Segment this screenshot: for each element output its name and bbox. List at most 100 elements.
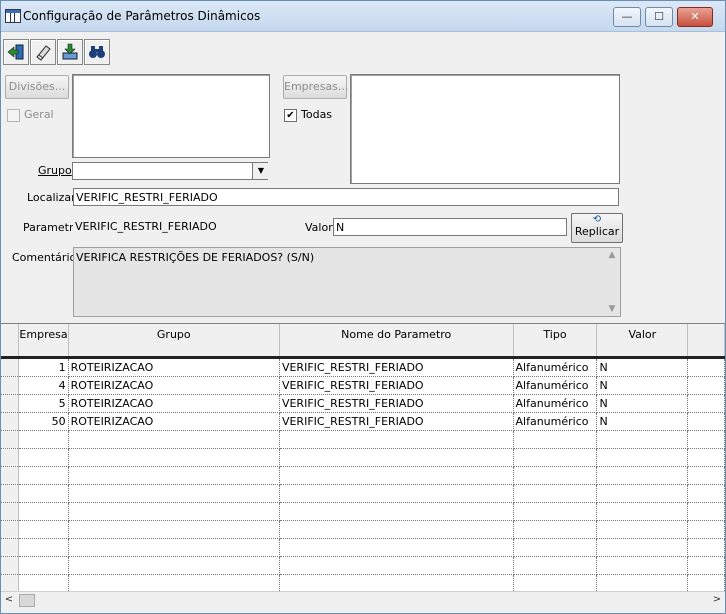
cell-valor[interactable]: N xyxy=(596,394,689,413)
table-row[interactable]: 1 ROTEIRIZACAO VERIFIC_RESTRI_FERIADO Alfan… xyxy=(1,357,725,377)
cell-tipo[interactable]: Alfanumérico xyxy=(513,357,598,377)
scroll-down-icon[interactable]: ▼ xyxy=(604,304,620,314)
empty-cell[interactable] xyxy=(68,466,280,485)
cell-nome[interactable]: VERIFIC_RESTRI_FERIADO xyxy=(279,376,514,395)
cell-grupo[interactable]: ROTEIRIZACAO xyxy=(68,394,280,413)
empty-cell[interactable] xyxy=(18,538,69,557)
cell-empresa[interactable]: 5 xyxy=(18,394,69,413)
empty-cell[interactable] xyxy=(687,574,725,592)
row-indicator[interactable] xyxy=(1,484,20,503)
horizontal-scrollbar[interactable]: < > xyxy=(1,591,725,608)
save-button[interactable] xyxy=(57,39,83,65)
empty-cell[interactable] xyxy=(513,448,598,467)
empty-cell[interactable] xyxy=(68,502,280,521)
empty-row[interactable] xyxy=(1,538,725,557)
scroll-left-icon[interactable]: < xyxy=(1,592,17,608)
empty-cell[interactable] xyxy=(687,430,725,449)
scroll-thumb[interactable] xyxy=(19,594,35,607)
todas-checkbox[interactable]: ✔ xyxy=(284,109,297,122)
empty-cell[interactable] xyxy=(18,556,69,575)
row-indicator[interactable] xyxy=(1,448,20,467)
clear-button[interactable] xyxy=(30,39,56,65)
empresas-listbox[interactable] xyxy=(350,74,620,184)
empty-cell[interactable] xyxy=(68,556,280,575)
empty-cell[interactable] xyxy=(596,466,689,485)
cell-valor[interactable]: N xyxy=(596,376,689,395)
empty-cell[interactable] xyxy=(513,430,598,449)
row-indicator[interactable] xyxy=(1,466,20,485)
column-header-empresa[interactable]: Empresa xyxy=(18,324,69,359)
cell-empresa[interactable]: 4 xyxy=(18,376,69,395)
cell-valor[interactable]: N xyxy=(596,412,689,431)
empty-cell[interactable] xyxy=(513,502,598,521)
cell-valor[interactable]: N xyxy=(596,357,689,377)
title-bar[interactable]: Configuração de Parâmetros Dinâmicos — ☐… xyxy=(1,1,725,32)
empty-cell[interactable] xyxy=(18,574,69,592)
empty-cell[interactable] xyxy=(18,520,69,539)
empresas-button[interactable]: Empresas... xyxy=(283,75,348,99)
comentarios-memo[interactable]: VERIFICA RESTRIÇÕES DE FERIADOS? (S/N) ▲… xyxy=(73,247,621,317)
table-row[interactable]: 4 ROTEIRIZACAO VERIFIC_RESTRI_FERIADO Alfan… xyxy=(1,376,725,395)
empty-cell[interactable] xyxy=(68,430,280,449)
empty-row[interactable] xyxy=(1,574,725,592)
cell-nome[interactable]: VERIFIC_RESTRI_FERIADO xyxy=(279,412,514,431)
empty-cell[interactable] xyxy=(279,502,514,521)
column-header-tipo[interactable]: Tipo xyxy=(513,324,598,359)
empty-cell[interactable] xyxy=(513,574,598,592)
row-indicator[interactable] xyxy=(1,556,20,575)
empty-cell[interactable] xyxy=(596,502,689,521)
minimize-button[interactable]: — xyxy=(613,7,641,27)
empty-cell[interactable] xyxy=(18,466,69,485)
empty-cell[interactable] xyxy=(687,466,725,485)
row-indicator[interactable] xyxy=(1,502,20,521)
maximize-button[interactable]: ☐ xyxy=(645,7,673,27)
divisoes-button[interactable]: Divisões... xyxy=(5,75,69,99)
empty-cell[interactable] xyxy=(513,484,598,503)
empty-cell[interactable] xyxy=(18,502,69,521)
scroll-right-icon[interactable]: > xyxy=(709,592,725,608)
cell-tipo[interactable]: Alfanumérico xyxy=(513,376,598,395)
empty-cell[interactable] xyxy=(68,448,280,467)
row-indicator[interactable] xyxy=(1,376,20,395)
empty-row[interactable] xyxy=(1,466,725,485)
empty-cell[interactable] xyxy=(596,556,689,575)
empty-cell[interactable] xyxy=(18,430,69,449)
parameters-grid[interactable]: Empresa Grupo Nome do Parametro Tipo Val… xyxy=(1,323,725,592)
empty-cell[interactable] xyxy=(279,574,514,592)
row-indicator[interactable] xyxy=(1,412,20,431)
empty-row[interactable] xyxy=(1,430,725,449)
memo-scrollbar[interactable]: ▲ ▼ xyxy=(604,248,620,316)
empty-cell[interactable] xyxy=(596,574,689,592)
empty-cell[interactable] xyxy=(68,574,280,592)
empty-cell[interactable] xyxy=(279,448,514,467)
chevron-down-icon[interactable]: ▼ xyxy=(252,163,269,179)
table-row[interactable]: 5 ROTEIRIZACAO VERIFIC_RESTRI_FERIADO Alfan… xyxy=(1,394,725,413)
empty-cell[interactable] xyxy=(596,538,689,557)
replicar-button[interactable]: ⟲ Replicar xyxy=(571,213,623,243)
column-header-nome[interactable]: Nome do Parametro xyxy=(279,324,514,359)
empty-cell[interactable] xyxy=(279,538,514,557)
empty-cell[interactable] xyxy=(68,484,280,503)
localizar-input[interactable]: VERIFIC_RESTRI_FERIADO xyxy=(73,188,619,206)
row-indicator[interactable] xyxy=(1,430,20,449)
empty-cell[interactable] xyxy=(596,430,689,449)
column-header-grupo[interactable]: Grupo xyxy=(68,324,280,359)
row-indicator[interactable] xyxy=(1,520,20,539)
empty-cell[interactable] xyxy=(513,556,598,575)
empty-row[interactable] xyxy=(1,556,725,575)
empty-cell[interactable] xyxy=(279,556,514,575)
row-indicator[interactable] xyxy=(1,357,20,377)
cell-empresa[interactable]: 1 xyxy=(18,357,69,377)
empty-cell[interactable] xyxy=(687,556,725,575)
empty-cell[interactable] xyxy=(596,520,689,539)
empty-cell[interactable] xyxy=(687,502,725,521)
empty-cell[interactable] xyxy=(68,520,280,539)
empty-cell[interactable] xyxy=(279,466,514,485)
empty-cell[interactable] xyxy=(687,448,725,467)
empty-row[interactable] xyxy=(1,502,725,521)
empty-cell[interactable] xyxy=(68,538,280,557)
cell-tipo[interactable]: Alfanumérico xyxy=(513,412,598,431)
empty-cell[interactable] xyxy=(513,538,598,557)
valor-input[interactable]: N xyxy=(333,218,567,236)
cell-nome[interactable]: VERIFIC_RESTRI_FERIADO xyxy=(279,394,514,413)
